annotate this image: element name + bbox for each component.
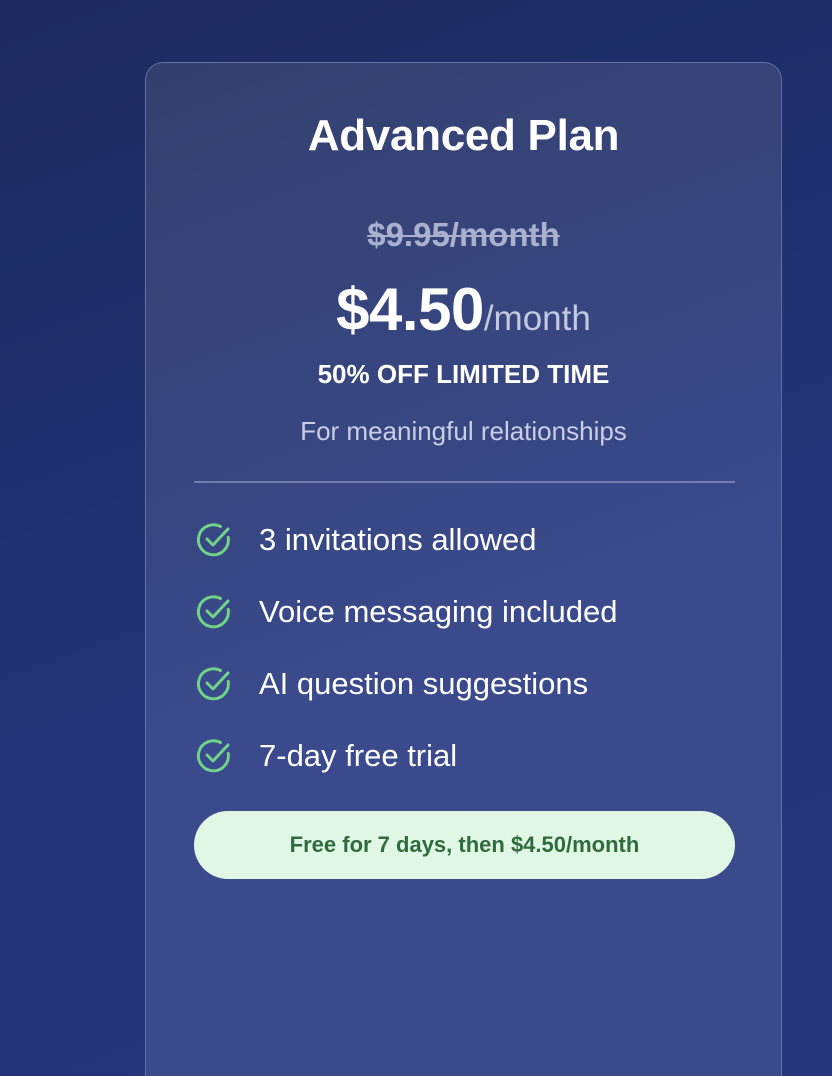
plan-title: Advanced Plan <box>307 111 620 160</box>
price-row: $4.50/month <box>146 275 781 344</box>
check-circle-icon <box>196 739 230 773</box>
feature-label: 3 invitations allowed <box>259 522 537 557</box>
plan-subtitle: For meaningful relationships <box>300 416 627 446</box>
feature-label: Voice messaging included <box>259 594 618 629</box>
feature-label: 7-day free trial <box>259 738 458 773</box>
original-price: $9.95/month <box>367 216 560 253</box>
price-unit: /month <box>483 299 591 338</box>
feature-list: 3 invitations allowed Voice messaging in… <box>194 516 617 804</box>
check-circle-icon <box>196 595 230 629</box>
free-trial-button[interactable]: Free for 7 days, then $4.50/month <box>194 811 735 879</box>
feature-item: AI question suggestions <box>194 660 617 708</box>
feature-label: AI question suggestions <box>259 666 589 701</box>
divider <box>194 481 735 483</box>
check-circle-icon <box>196 667 230 701</box>
check-circle-icon <box>196 523 230 557</box>
pricing-card: Advanced Plan $9.95/month $4.50/month 50… <box>145 62 782 1076</box>
discount-label: 50% OFF LIMITED TIME <box>317 359 610 389</box>
feature-item: Voice messaging included <box>194 588 617 636</box>
current-price: $4.50 <box>336 276 484 343</box>
feature-item: 7-day free trial <box>194 732 617 780</box>
feature-item: 3 invitations allowed <box>194 516 617 564</box>
